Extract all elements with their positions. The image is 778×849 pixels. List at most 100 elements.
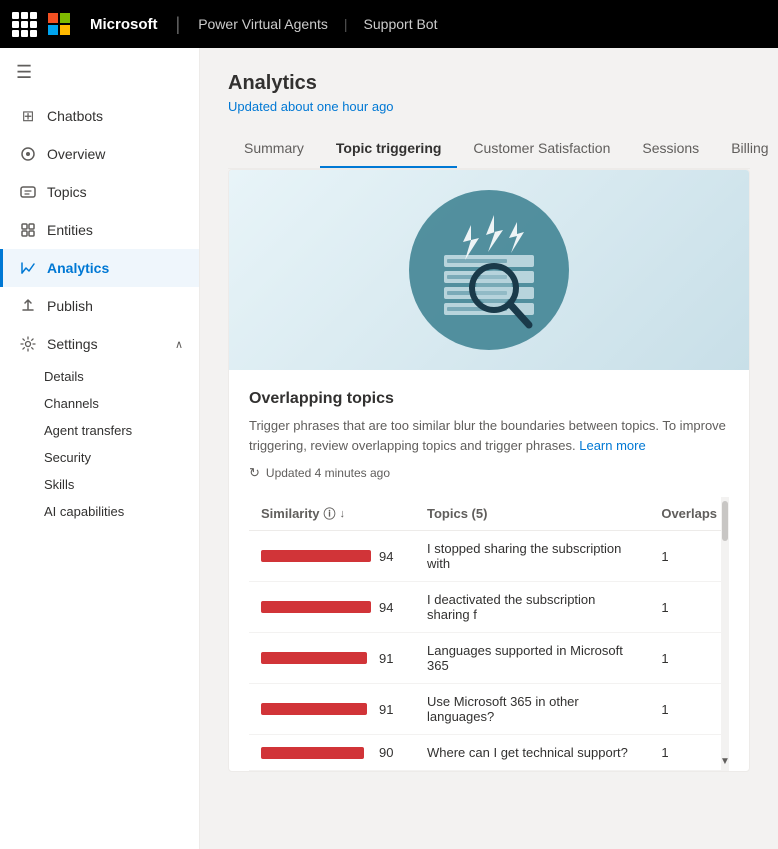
th-similarity-label: Similarity <box>261 506 320 521</box>
cell-similarity-0: 94 <box>249 531 415 582</box>
settings-chevron-icon: ∧ <box>175 338 183 351</box>
topbar-divider: | <box>176 14 181 35</box>
sidebar-label-settings: Settings <box>47 336 98 352</box>
bar-container <box>261 747 371 759</box>
sidebar: ☰ ⊞ Chatbots Overview Topics Entities <box>0 48 200 849</box>
app-name: Power Virtual Agents <box>198 16 328 32</box>
similarity-bar <box>261 601 371 613</box>
tab-billing[interactable]: Billing <box>715 130 778 168</box>
scroll-thumb <box>722 501 728 541</box>
sidebar-label-chatbots: Chatbots <box>47 108 103 124</box>
cell-topic-2: Languages supported in Microsoft 365 <box>415 633 649 684</box>
cell-topic-4: Where can I get technical support? <box>415 735 649 771</box>
bot-name: Support Bot <box>364 16 438 32</box>
content-card: Overlapping topics Trigger phrases that … <box>228 169 750 772</box>
bar-container <box>261 601 371 613</box>
microsoft-logo <box>48 13 70 35</box>
similarity-value: 91 <box>379 651 403 666</box>
overlap-section: Overlapping topics Trigger phrases that … <box>229 370 749 771</box>
bar-container <box>261 550 371 562</box>
sidebar-sub-details[interactable]: Details <box>0 363 199 390</box>
overview-icon <box>19 145 37 163</box>
topbar: Microsoft | Power Virtual Agents | Suppo… <box>0 0 778 48</box>
cell-similarity-4: 90 <box>249 735 415 771</box>
sidebar-sub-skills[interactable]: Skills <box>0 471 199 498</box>
overlap-title: Overlapping topics <box>249 390 729 408</box>
overlap-desc: Trigger phrases that are too similar blu… <box>249 416 729 455</box>
updated-timestamp: Updated about one hour ago <box>228 99 750 114</box>
sidebar-sub-channels[interactable]: Channels <box>0 390 199 417</box>
overlap-table: Similarity ⓘ ↓ Topics (5) Overlaps <box>249 497 729 771</box>
th-topics-label: Topics (5) <box>427 506 487 521</box>
sidebar-item-chatbots[interactable]: ⊞ Chatbots <box>0 97 199 135</box>
table-row[interactable]: 91 Use Microsoft 365 in other languages?… <box>249 684 729 735</box>
cell-similarity-3: 91 <box>249 684 415 735</box>
cell-topic-1: I deactivated the subscription sharing f <box>415 582 649 633</box>
similarity-value: 94 <box>379 600 403 615</box>
sidebar-sub-security[interactable]: Security <box>0 444 199 471</box>
hamburger-button[interactable]: ☰ <box>0 48 199 97</box>
illustration-area <box>229 170 749 370</box>
overlap-desc-text: Trigger phrases that are too similar blu… <box>249 418 726 453</box>
cell-overlaps-3: 1 <box>649 684 729 735</box>
cell-overlaps-0: 1 <box>649 531 729 582</box>
company-name: Microsoft <box>90 16 158 33</box>
sidebar-label-entities: Entities <box>47 222 93 238</box>
settings-icon <box>19 335 37 353</box>
similarity-value: 91 <box>379 702 403 717</box>
bar-container <box>261 652 371 664</box>
sidebar-item-publish[interactable]: Publish <box>0 287 199 325</box>
similarity-bar <box>261 747 364 759</box>
cell-overlaps-1: 1 <box>649 582 729 633</box>
entities-icon <box>19 221 37 239</box>
cell-similarity-2: 91 <box>249 633 415 684</box>
updated-badge: ↻ Updated 4 minutes ago <box>249 465 729 481</box>
table-row[interactable]: 94 I deactivated the subscription sharin… <box>249 582 729 633</box>
sidebar-item-overview[interactable]: Overview <box>0 135 199 173</box>
topbar-sep: | <box>344 16 348 32</box>
th-overlaps: Overlaps <box>649 497 729 531</box>
main-content: Analytics Updated about one hour ago Sum… <box>200 48 778 849</box>
similarity-bar <box>261 550 371 562</box>
sidebar-sub-agent-transfers[interactable]: Agent transfers <box>0 417 199 444</box>
cell-topic-0: I stopped sharing the subscription with <box>415 531 649 582</box>
th-topics: Topics (5) <box>415 497 649 531</box>
cell-similarity-1: 94 <box>249 582 415 633</box>
tab-topic-triggering[interactable]: Topic triggering <box>320 130 458 168</box>
sidebar-item-analytics[interactable]: Analytics <box>0 249 199 287</box>
layout: ☰ ⊞ Chatbots Overview Topics Entities <box>0 48 778 849</box>
waffle-menu[interactable] <box>12 12 36 36</box>
scrollbar[interactable]: ▼ <box>721 497 729 771</box>
sidebar-item-settings[interactable]: Settings ∧ <box>0 325 199 363</box>
scroll-down-arrow[interactable]: ▼ <box>720 756 730 767</box>
sort-icon[interactable]: ↓ <box>340 508 346 520</box>
cell-overlaps-4: 1 <box>649 735 729 771</box>
overlap-updated: Updated 4 minutes ago <box>266 466 390 480</box>
tab-customer-satisfaction[interactable]: Customer Satisfaction <box>457 130 626 168</box>
table-row[interactable]: 90 Where can I get technical support? 1 <box>249 735 729 771</box>
similarity-value: 94 <box>379 549 403 564</box>
sidebar-label-overview: Overview <box>47 146 105 162</box>
publish-icon <box>19 297 37 315</box>
th-similarity: Similarity ⓘ ↓ <box>249 497 415 531</box>
learn-more-link[interactable]: Learn more <box>579 438 645 453</box>
cell-overlaps-2: 1 <box>649 633 729 684</box>
similarity-bar <box>261 652 367 664</box>
sidebar-item-topics[interactable]: Topics <box>0 173 199 211</box>
tab-sessions[interactable]: Sessions <box>626 130 715 168</box>
sidebar-label-analytics: Analytics <box>47 260 109 276</box>
tab-summary[interactable]: Summary <box>228 130 320 168</box>
sidebar-label-topics: Topics <box>47 184 87 200</box>
sidebar-sub-ai-capabilities[interactable]: AI capabilities <box>0 498 199 525</box>
sidebar-label-publish: Publish <box>47 298 93 314</box>
page-title: Analytics <box>228 72 750 95</box>
sidebar-item-entities[interactable]: Entities <box>0 211 199 249</box>
info-icon[interactable]: ⓘ <box>324 505 336 522</box>
table-container: Similarity ⓘ ↓ Topics (5) Overlaps <box>249 497 729 771</box>
table-row[interactable]: 94 I stopped sharing the subscription wi… <box>249 531 729 582</box>
analytics-icon <box>19 259 37 277</box>
th-overlaps-label: Overlaps <box>661 506 717 521</box>
table-row[interactable]: 91 Languages supported in Microsoft 365 … <box>249 633 729 684</box>
cell-topic-3: Use Microsoft 365 in other languages? <box>415 684 649 735</box>
similarity-value: 90 <box>379 745 403 760</box>
